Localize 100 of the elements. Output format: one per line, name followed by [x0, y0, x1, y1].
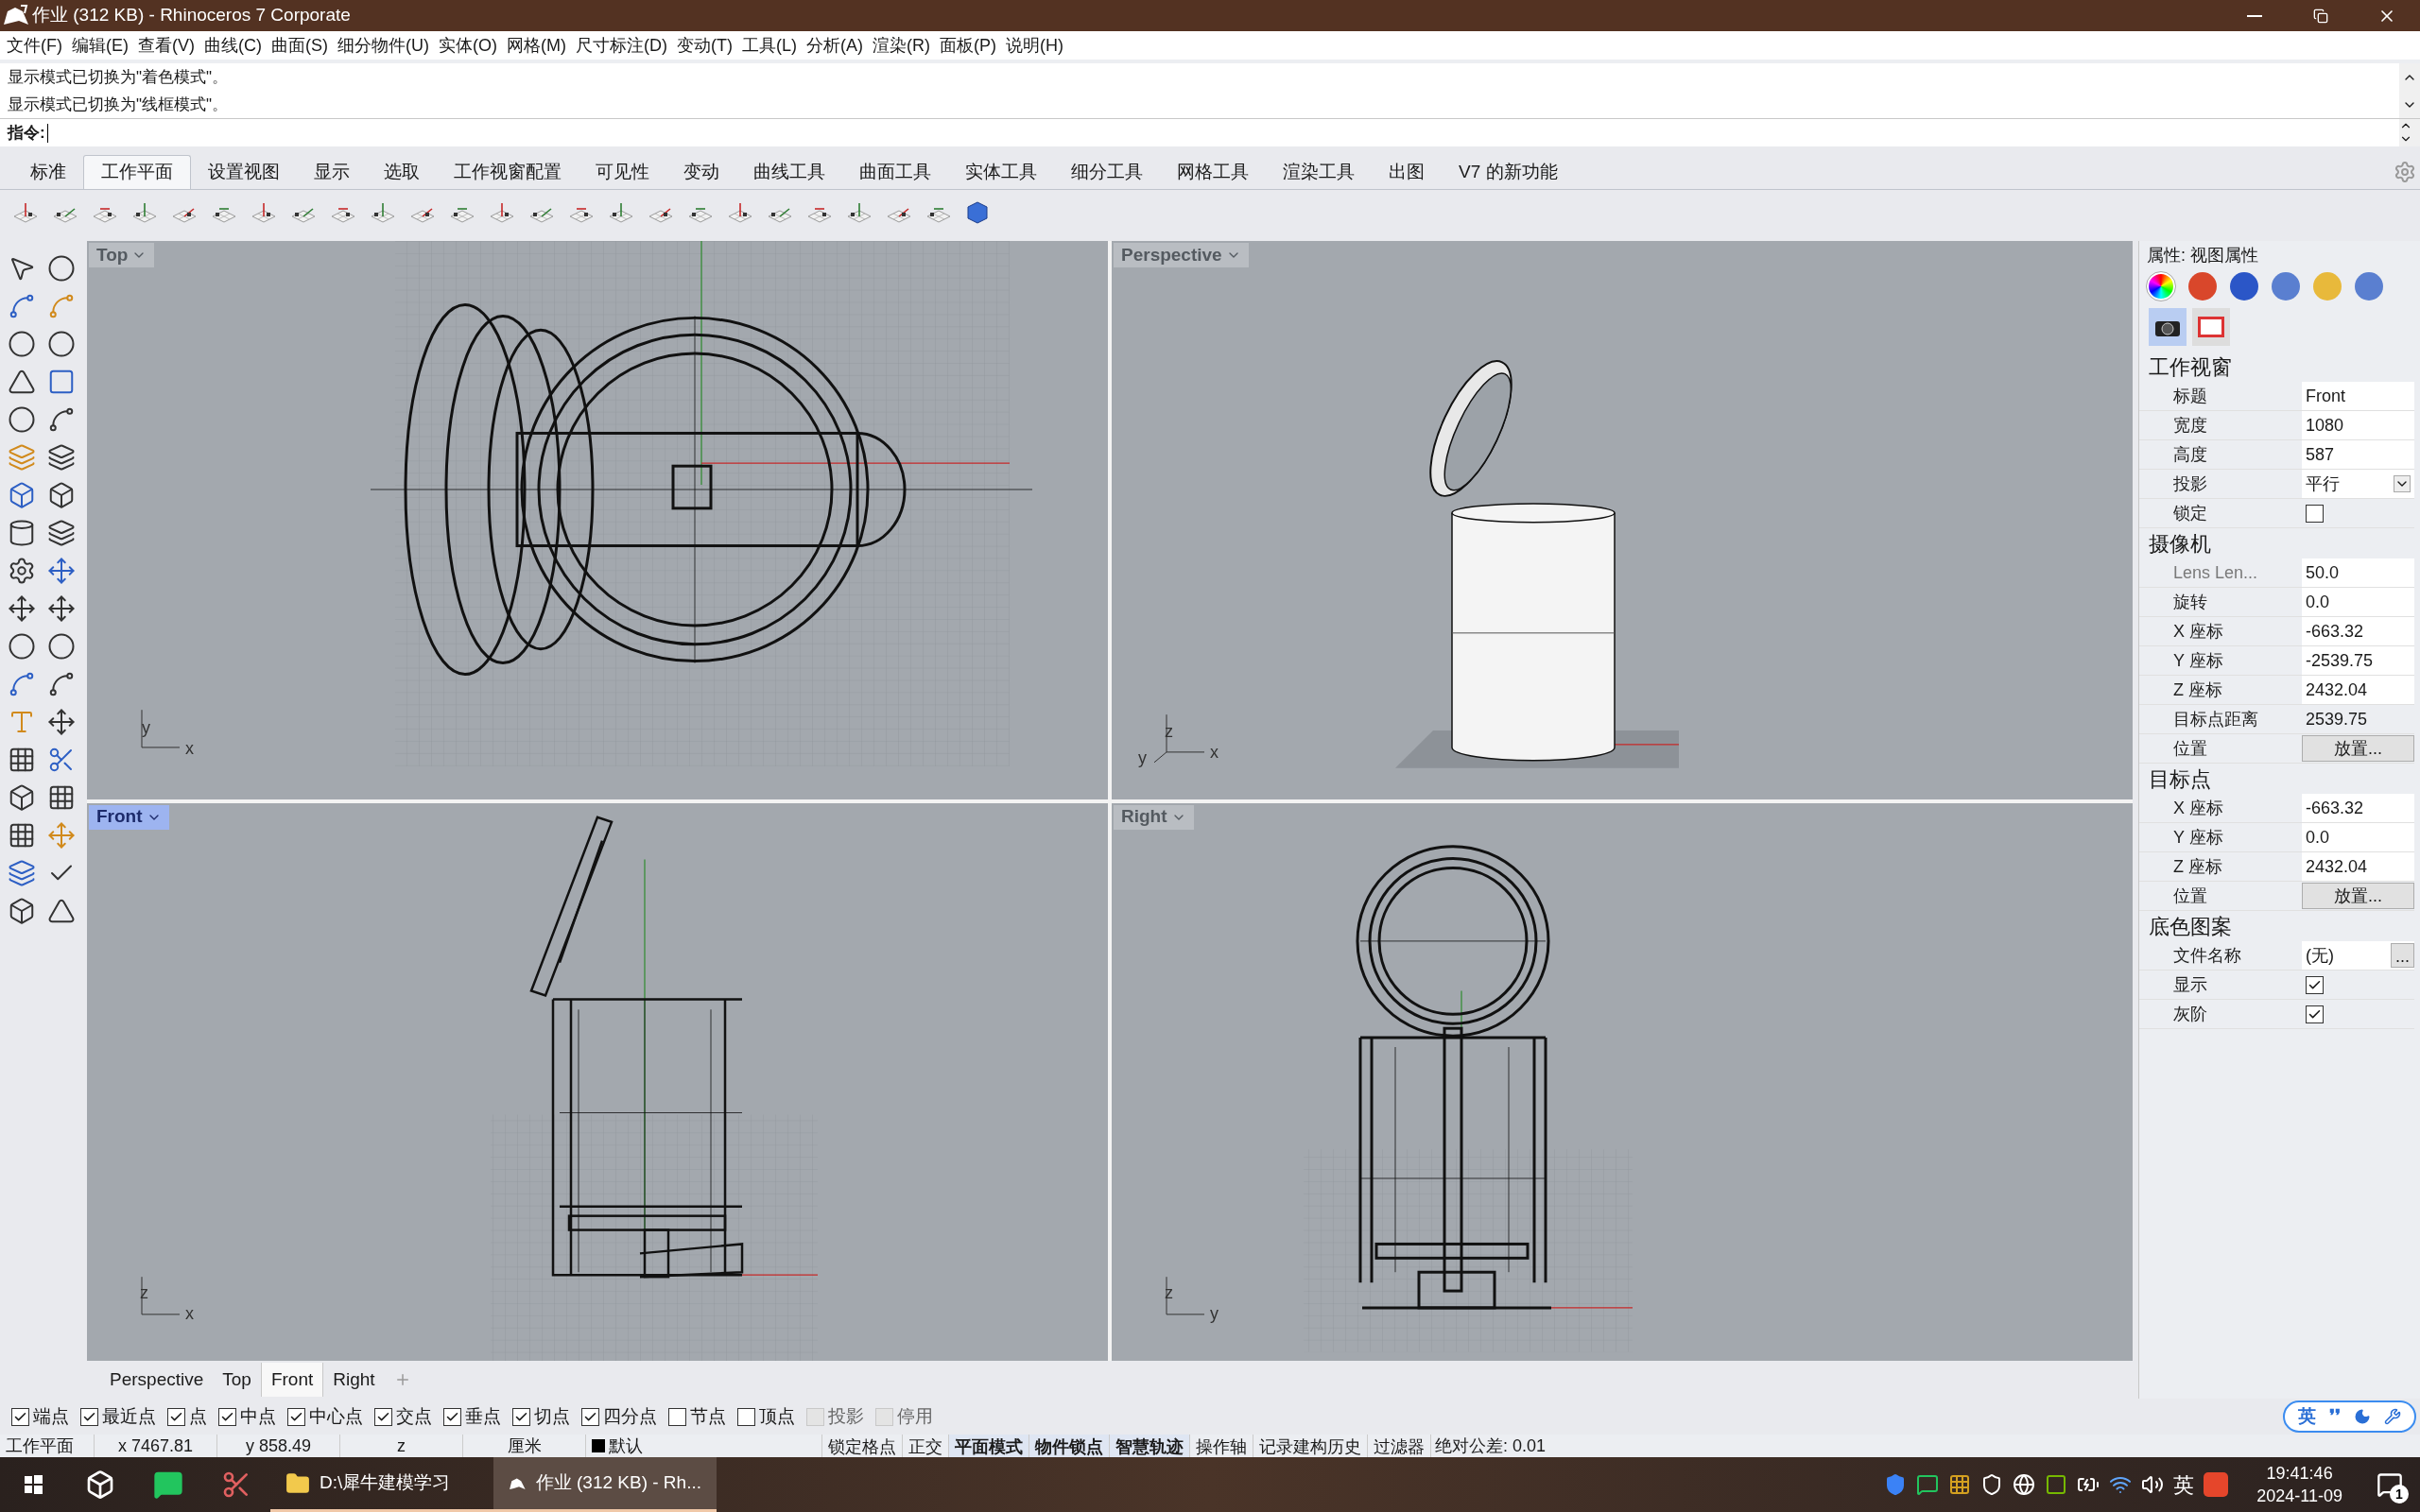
network-icon[interactable] [2013, 1473, 2036, 1496]
circle-icon[interactable] [8, 330, 36, 358]
menu-item[interactable]: 网格(M) [502, 32, 571, 59]
viewport[interactable]: Top y x [87, 241, 1108, 799]
grid-icon[interactable] [8, 821, 36, 850]
notification-button[interactable]: 1 [2371, 1466, 2409, 1503]
clock-date[interactable]: 2024-11-09 [2256, 1485, 2342, 1507]
status-toggle[interactable]: 物件锁点 [1029, 1435, 1110, 1457]
menu-item[interactable]: 文件(F) [2, 32, 67, 59]
ime-punctuation[interactable]: ❜❜ [2329, 1402, 2341, 1431]
ime-toolbar[interactable]: 英 ❜❜ [2283, 1400, 2416, 1433]
move-icon[interactable] [8, 594, 36, 623]
checkbox[interactable] [581, 1407, 599, 1426]
menu-item[interactable]: 实体(O) [434, 32, 502, 59]
viewport-tab[interactable]: Right [323, 1363, 385, 1397]
grid-tray-icon[interactable] [1948, 1473, 1972, 1496]
toolbar-tab[interactable]: 显示 [297, 155, 367, 189]
menu-item[interactable]: 工具(L) [736, 32, 802, 59]
rectangle-icon[interactable] [47, 368, 76, 396]
menu-item[interactable]: 曲面(S) [267, 32, 333, 59]
toolbar-tab[interactable]: 可见性 [579, 155, 666, 189]
layer-color-swatch[interactable] [592, 1439, 605, 1452]
toolbar-tab[interactable]: 细分工具 [1054, 155, 1160, 189]
viewport-tab[interactable]: Front [260, 1363, 324, 1397]
status-toggle[interactable]: 智慧轨迹 [1110, 1435, 1190, 1457]
menu-item[interactable]: 说明(H) [1000, 32, 1068, 59]
checkbox[interactable] [374, 1407, 392, 1426]
layer-name[interactable]: 默认 [609, 1433, 643, 1459]
value-field[interactable]: 2432.04 [2302, 676, 2414, 704]
menu-item[interactable]: 面板(P) [934, 32, 1001, 59]
menu-item[interactable]: 曲线(C) [199, 32, 267, 59]
value-field[interactable]: (无) [2306, 942, 2334, 969]
volume-icon[interactable] [2141, 1473, 2165, 1496]
value-field[interactable]: 0.0 [2302, 823, 2414, 851]
toolbar-tab[interactable]: 曲面工具 [842, 155, 948, 189]
checkbox[interactable] [287, 1407, 305, 1426]
toolbar-tab[interactable]: 曲线工具 [736, 155, 842, 189]
status-toggle[interactable]: 平面模式 [949, 1435, 1029, 1457]
menu-item[interactable]: 细分物件(U) [333, 32, 434, 59]
clock-time[interactable]: 19:41:46 [2266, 1462, 2333, 1485]
checkbox[interactable] [2306, 1005, 2324, 1023]
value-field[interactable]: -663.32 [2302, 794, 2414, 822]
value-field[interactable]: Front [2302, 382, 2414, 410]
color-wheel-icon[interactable] [2147, 272, 2175, 301]
toolbar-tab[interactable]: 渲染工具 [1266, 155, 1372, 189]
gear-icon[interactable] [8, 557, 36, 585]
checkbox[interactable] [443, 1407, 461, 1426]
viewport[interactable]: Right z y [1112, 802, 2133, 1361]
toolbar-tab[interactable]: 工作视窗配置 [437, 155, 579, 189]
checkbox[interactable] [80, 1407, 98, 1426]
toolbar-tab[interactable]: 标准 [13, 155, 83, 189]
checkbox[interactable] [512, 1407, 530, 1426]
place-button[interactable]: 放置... [2302, 883, 2414, 909]
place-button[interactable]: 放置... [2302, 735, 2414, 762]
viewport-title-tab[interactable]: Right [1114, 804, 1194, 830]
chat-app-icon[interactable] [153, 1469, 183, 1500]
camera-button[interactable] [2149, 308, 2187, 346]
value-field[interactable]: 2432.04 [2302, 852, 2414, 881]
checkbox[interactable] [737, 1407, 755, 1426]
checkbox[interactable] [668, 1407, 686, 1426]
menu-item[interactable]: 编辑(E) [67, 32, 133, 59]
toolbar-tab[interactable]: 设置视图 [191, 155, 297, 189]
viewport[interactable]: Perspective z y x [1112, 241, 2133, 799]
value-field[interactable]: -2539.75 [2302, 646, 2414, 675]
cylinder-icon[interactable] [8, 519, 36, 547]
viewport-title-tab[interactable]: Top [89, 243, 155, 267]
toolbar-tab[interactable]: 实体工具 [948, 155, 1054, 189]
value-field[interactable]: 0.0 [2302, 588, 2414, 616]
toolbar-tab[interactable]: V7 的新功能 [1442, 155, 1575, 189]
toolbar-tab[interactable]: 工作平面 [83, 155, 191, 189]
checkbox[interactable] [218, 1407, 236, 1426]
command-field[interactable]: 指令: [0, 119, 2399, 146]
viewport[interactable]: Front z x [87, 802, 1108, 1361]
block-icon[interactable] [8, 783, 36, 812]
value-field[interactable]: 1080 [2302, 411, 2414, 439]
toolbar-tab[interactable]: 网格工具 [1160, 155, 1266, 189]
value-field[interactable]: -663.32 [2302, 617, 2414, 645]
viewport-tab[interactable]: Top [213, 1363, 261, 1397]
box-icon[interactable] [8, 481, 36, 509]
checkbox[interactable] [167, 1407, 185, 1426]
moon-icon[interactable] [2354, 1408, 2371, 1425]
chat-tray-icon[interactable] [1916, 1473, 1940, 1496]
taskbar-task[interactable]: 作业 (312 KB) - Rh... [493, 1457, 717, 1512]
viewport-title-tab[interactable]: Perspective [1114, 243, 1249, 267]
array-icon[interactable] [8, 746, 36, 774]
viewport-tab[interactable]: Perspective [100, 1363, 214, 1397]
input-language[interactable]: 英 [2173, 1469, 2195, 1501]
toolbar-tab[interactable]: 变动 [666, 155, 736, 189]
menu-item[interactable]: 渲染(R) [867, 32, 935, 59]
ime-mode[interactable]: 英 [2298, 1402, 2316, 1431]
caret-icon[interactable] [2394, 475, 2411, 492]
wrench-icon[interactable] [2384, 1408, 2401, 1425]
menu-item[interactable]: 查看(V) [133, 32, 199, 59]
menu-item[interactable]: 变动(T) [671, 32, 737, 59]
app-cube-icon[interactable] [85, 1469, 115, 1500]
dropdown-field[interactable]: 平行 [2302, 470, 2414, 498]
value-field[interactable]: 587 [2302, 440, 2414, 469]
menu-item[interactable]: 分析(A) [801, 32, 868, 59]
viewport-title-tab[interactable]: Front [89, 804, 169, 830]
browse-button[interactable]: ... [2391, 943, 2414, 968]
